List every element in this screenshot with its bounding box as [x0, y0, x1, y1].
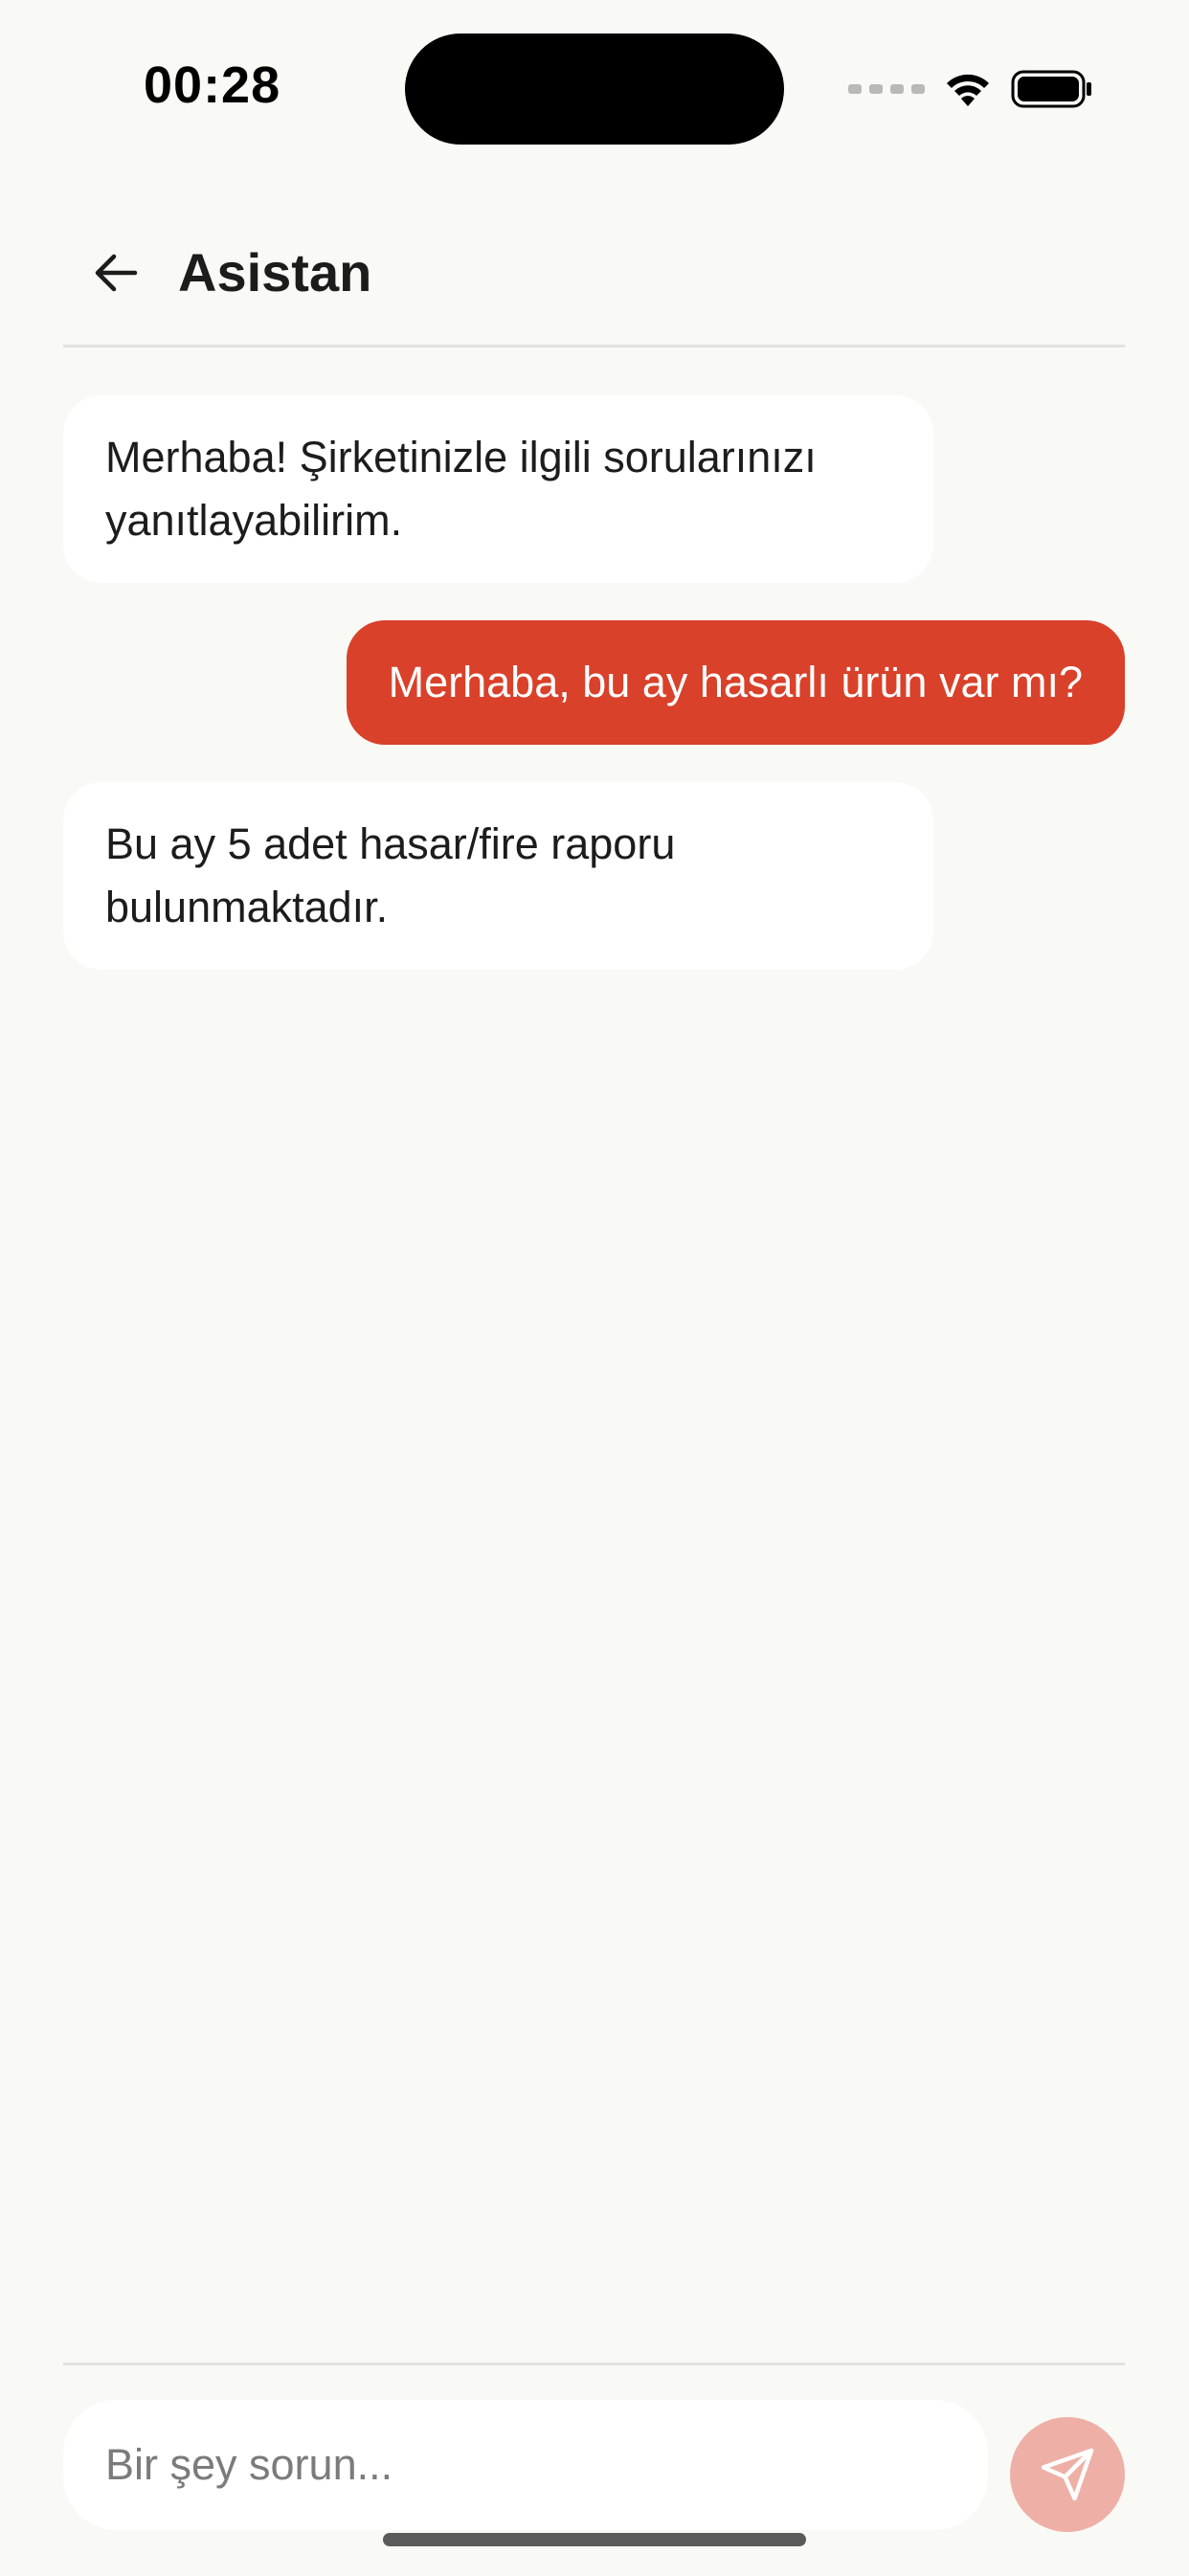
dynamic-island: [405, 34, 784, 145]
wifi-icon: [947, 74, 989, 106]
status-icons: [848, 63, 1093, 115]
send-button[interactable]: [1010, 2417, 1125, 2532]
message-input[interactable]: [63, 2400, 988, 2530]
page-title: Asistan: [178, 242, 372, 302]
user-message: Merhaba, bu ay hasarlı ürün var mı?: [346, 620, 1125, 745]
status-time: 00:28: [144, 56, 281, 114]
battery-icon: [1011, 70, 1091, 108]
back-button[interactable]: [73, 230, 159, 316]
bot-message: Bu ay 5 adet hasar/fire raporu bulunmakt…: [63, 782, 933, 970]
cellular-signal-icon: [848, 84, 925, 94]
bot-message: Merhaba! Şirketinizle ilgili sorularınız…: [63, 395, 933, 583]
status-bar: 00:28: [0, 0, 1189, 172]
header: Asistan: [63, 211, 1125, 347]
arrow-left-icon: [95, 254, 138, 292]
send-icon: [1041, 2448, 1094, 2501]
home-indicator: [383, 2533, 806, 2546]
